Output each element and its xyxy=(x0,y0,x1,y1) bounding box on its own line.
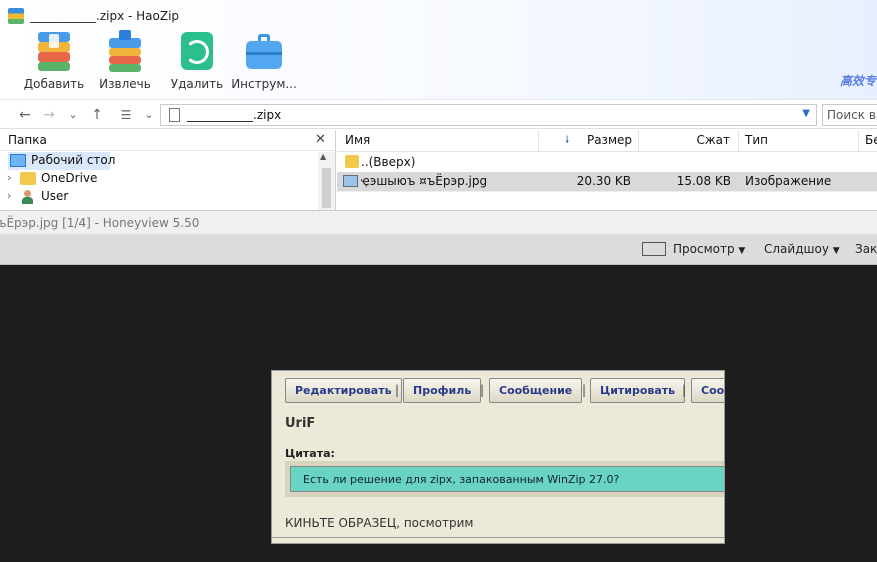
chevron-right-icon[interactable]: › xyxy=(7,189,11,202)
column-size[interactable]: 🠗 Размер xyxy=(539,130,639,152)
column-name[interactable]: Имя xyxy=(337,130,539,152)
tree-item-onedrive[interactable]: › OneDrive xyxy=(0,170,316,188)
address-dropdown-icon[interactable]: ▼ xyxy=(802,108,810,119)
extract-button-label: Извлечь xyxy=(99,77,151,91)
delete-button[interactable]: Удалить xyxy=(162,30,232,91)
history-dropdown-icon[interactable]: ⌄ xyxy=(62,105,84,125)
scrollbar-thumb[interactable] xyxy=(322,168,331,208)
view-menu[interactable]: Просмотр ▼ xyxy=(673,242,745,256)
add-button[interactable]: Добавить xyxy=(19,30,89,91)
up-arrow-icon[interactable]: ↑ xyxy=(86,105,108,125)
toolbox-icon xyxy=(244,30,284,72)
chevron-down-icon: ▼ xyxy=(738,246,746,256)
file-type: Изображение xyxy=(745,174,832,188)
divider xyxy=(272,537,724,538)
folder-icon xyxy=(20,172,36,185)
profile-button: Профиль xyxy=(403,378,482,403)
delete-button-label: Удалить xyxy=(170,77,224,91)
file-size: 20.30 KB xyxy=(576,174,631,188)
column-type[interactable]: Тип xyxy=(739,130,859,152)
separator: | xyxy=(682,383,687,397)
desktop-icon xyxy=(10,154,26,167)
displayed-image: Редактировать | Профиль | Сообщение | Ци… xyxy=(271,370,725,544)
file-row[interactable]: ..(Вверх) xyxy=(337,153,877,172)
tree-item-desktop[interactable]: Рабочий стол xyxy=(0,152,316,170)
folder-tree-pane: Папка ✕ Рабочий стол › OneDrive › User ▲ xyxy=(0,130,336,210)
bookmarks-menu[interactable]: Зак xyxy=(855,242,877,256)
sort-desc-icon: 🠗 xyxy=(565,135,570,146)
tree-item-label: Рабочий стол xyxy=(31,153,116,167)
file-list-pane: Имя 🠗 Размер Сжат Тип Бе ..(Вверх) ҿэшыю… xyxy=(337,130,877,210)
honeyview-title: ъЁрэр.jpg [1/4] - Honeyview 5.50 xyxy=(0,216,200,230)
window-title: ___________.zipx - HaoZip xyxy=(30,9,180,23)
view-mode-icon[interactable]: ☰ xyxy=(115,105,137,125)
address-bar[interactable]: ___________.zipx ▼ xyxy=(160,104,817,126)
folder-pane-title: Папка xyxy=(8,133,47,147)
separator: | xyxy=(480,383,485,397)
column-packed[interactable]: Сжат xyxy=(639,130,739,152)
quote-text: Есть ли решение для zipx, запакованным W… xyxy=(290,466,724,492)
add-archive-icon xyxy=(34,30,74,72)
file-list-header: Имя 🠗 Размер Сжат Тип Бе xyxy=(337,130,877,152)
column-modified[interactable]: Бе xyxy=(859,130,877,152)
edit-button: Редактировать xyxy=(285,378,402,403)
more-button: Сооб xyxy=(691,378,724,403)
column-size-label: Размер xyxy=(586,133,632,147)
recycle-bin-icon xyxy=(177,30,217,72)
separator: | xyxy=(395,383,400,397)
user-icon xyxy=(20,190,36,204)
file-name: ..(Вверх) xyxy=(361,155,416,169)
brand-slogan: 高效专 xyxy=(840,74,877,88)
tools-button[interactable]: Инструм... xyxy=(229,30,299,91)
extract-button[interactable]: Извлечь xyxy=(90,30,160,91)
back-arrow-icon[interactable]: ← xyxy=(14,105,36,125)
navigation-bar: ← → ⌄ ↑ ☰ ⌄ ___________.zipx ▼ Поиск в xyxy=(0,101,877,129)
slideshow-menu[interactable]: Слайдшоу ▼ xyxy=(764,242,840,256)
view-mode-dropdown-icon[interactable]: ⌄ xyxy=(138,105,160,125)
honeyview-title-bar: ъЁрэр.jpg [1/4] - Honeyview 5.50 xyxy=(0,210,877,234)
tree-item-label: OneDrive xyxy=(41,171,98,185)
file-row-selected[interactable]: ҿэшыюъ ¤ъЁрэр.jpg 20.30 KB 15.08 KB Изоб… xyxy=(337,172,877,191)
post-body: КИНЬТЕ ОБРАЗЕЦ, посмотрим xyxy=(285,516,474,530)
address-text: ___________.zipx xyxy=(187,108,282,122)
haozip-app-icon xyxy=(8,8,24,24)
folder-pane-header: Папка ✕ xyxy=(0,130,336,151)
file-name: ҿэшыюъ ¤ъЁрэр.jpg xyxy=(361,174,488,188)
haozip-window: ___________.zipx - HaoZip Добавить Извле… xyxy=(0,0,877,210)
scroll-up-icon[interactable]: ▲ xyxy=(320,152,326,161)
view-menu-label: Просмотр xyxy=(673,242,735,256)
search-input[interactable]: Поиск в xyxy=(822,104,877,126)
message-button: Сообщение xyxy=(489,378,583,403)
add-button-label: Добавить xyxy=(23,77,85,91)
tools-button-label: Инструм... xyxy=(231,77,297,91)
haozip-title-bar: ___________.zipx - HaoZip Добавить Извле… xyxy=(0,0,877,100)
slideshow-menu-label: Слайдшоу xyxy=(764,242,829,256)
quote-button: Цитировать xyxy=(590,378,686,403)
honeyview-toolbar: Просмотр ▼ Слайдшоу ▼ Зак xyxy=(0,234,877,265)
chevron-down-icon: ▼ xyxy=(832,246,840,256)
post-author: UriF xyxy=(285,416,316,431)
tree-item-user[interactable]: › User xyxy=(0,188,316,206)
extract-archive-icon xyxy=(105,30,145,72)
file-packed: 15.08 KB xyxy=(676,174,731,188)
quote-label: Цитата: xyxy=(285,447,335,460)
forward-arrow-icon[interactable]: → xyxy=(38,105,60,125)
fullscreen-icon[interactable] xyxy=(642,242,666,256)
tree-item-label: User xyxy=(41,189,69,203)
chevron-right-icon[interactable]: › xyxy=(7,171,11,184)
close-icon[interactable]: ✕ xyxy=(315,132,326,147)
file-icon xyxy=(169,108,180,122)
image-file-icon xyxy=(343,175,358,187)
folder-icon xyxy=(345,155,359,168)
separator: | xyxy=(582,383,587,397)
